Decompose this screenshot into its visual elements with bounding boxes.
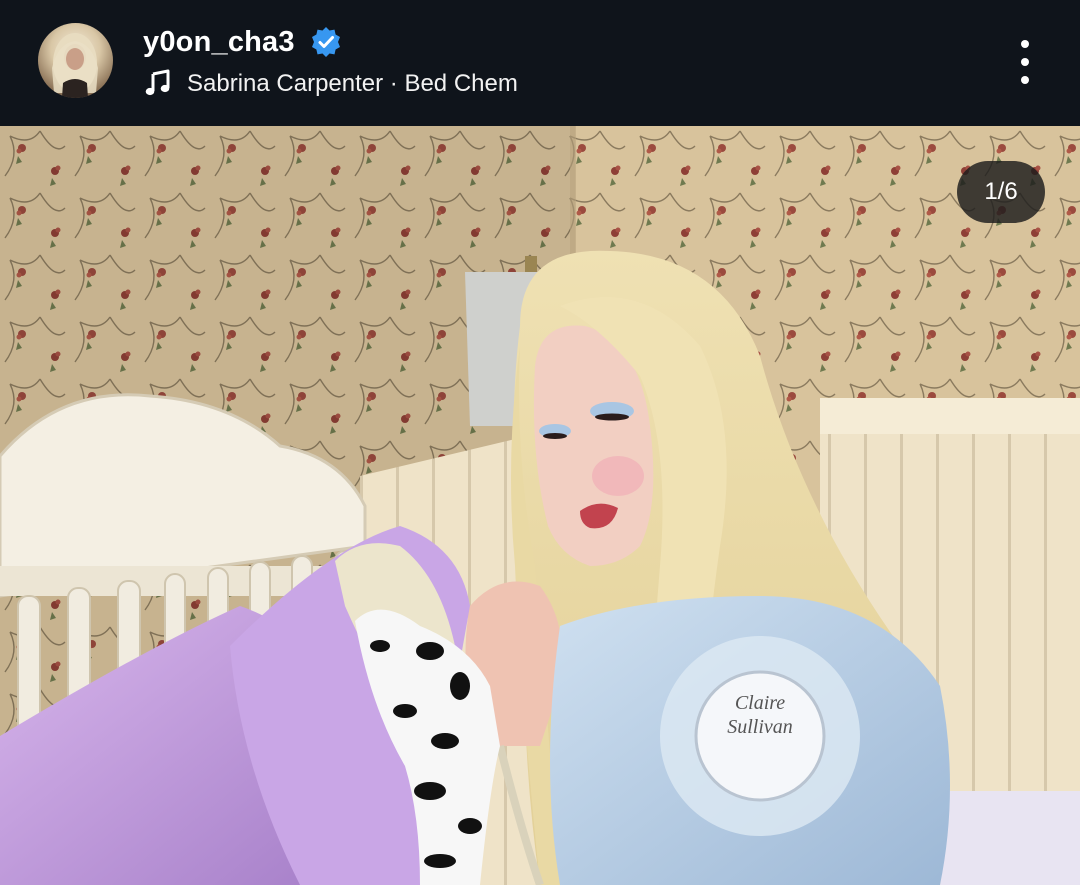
svg-text:Sullivan: Sullivan	[727, 716, 793, 738]
svg-text:Claire: Claire	[735, 692, 785, 714]
photo-badge-text: Claire Sullivan	[727, 692, 793, 738]
verified-badge-icon	[312, 27, 340, 57]
song-link[interactable]: Sabrina Carpenter · Bed Chem	[187, 70, 518, 98]
carousel-counter: 1/6	[957, 161, 1045, 223]
more-options-icon[interactable]	[1005, 40, 1045, 84]
post-header: y0on_cha3 Sabrina Carpenter · Bed Chem	[0, 0, 1080, 126]
username[interactable]: y0on_cha3	[143, 26, 295, 59]
post-photo[interactable]: Claire Sullivan	[0, 126, 1080, 885]
music-note-icon	[145, 69, 170, 96]
avatar[interactable]	[38, 23, 113, 98]
